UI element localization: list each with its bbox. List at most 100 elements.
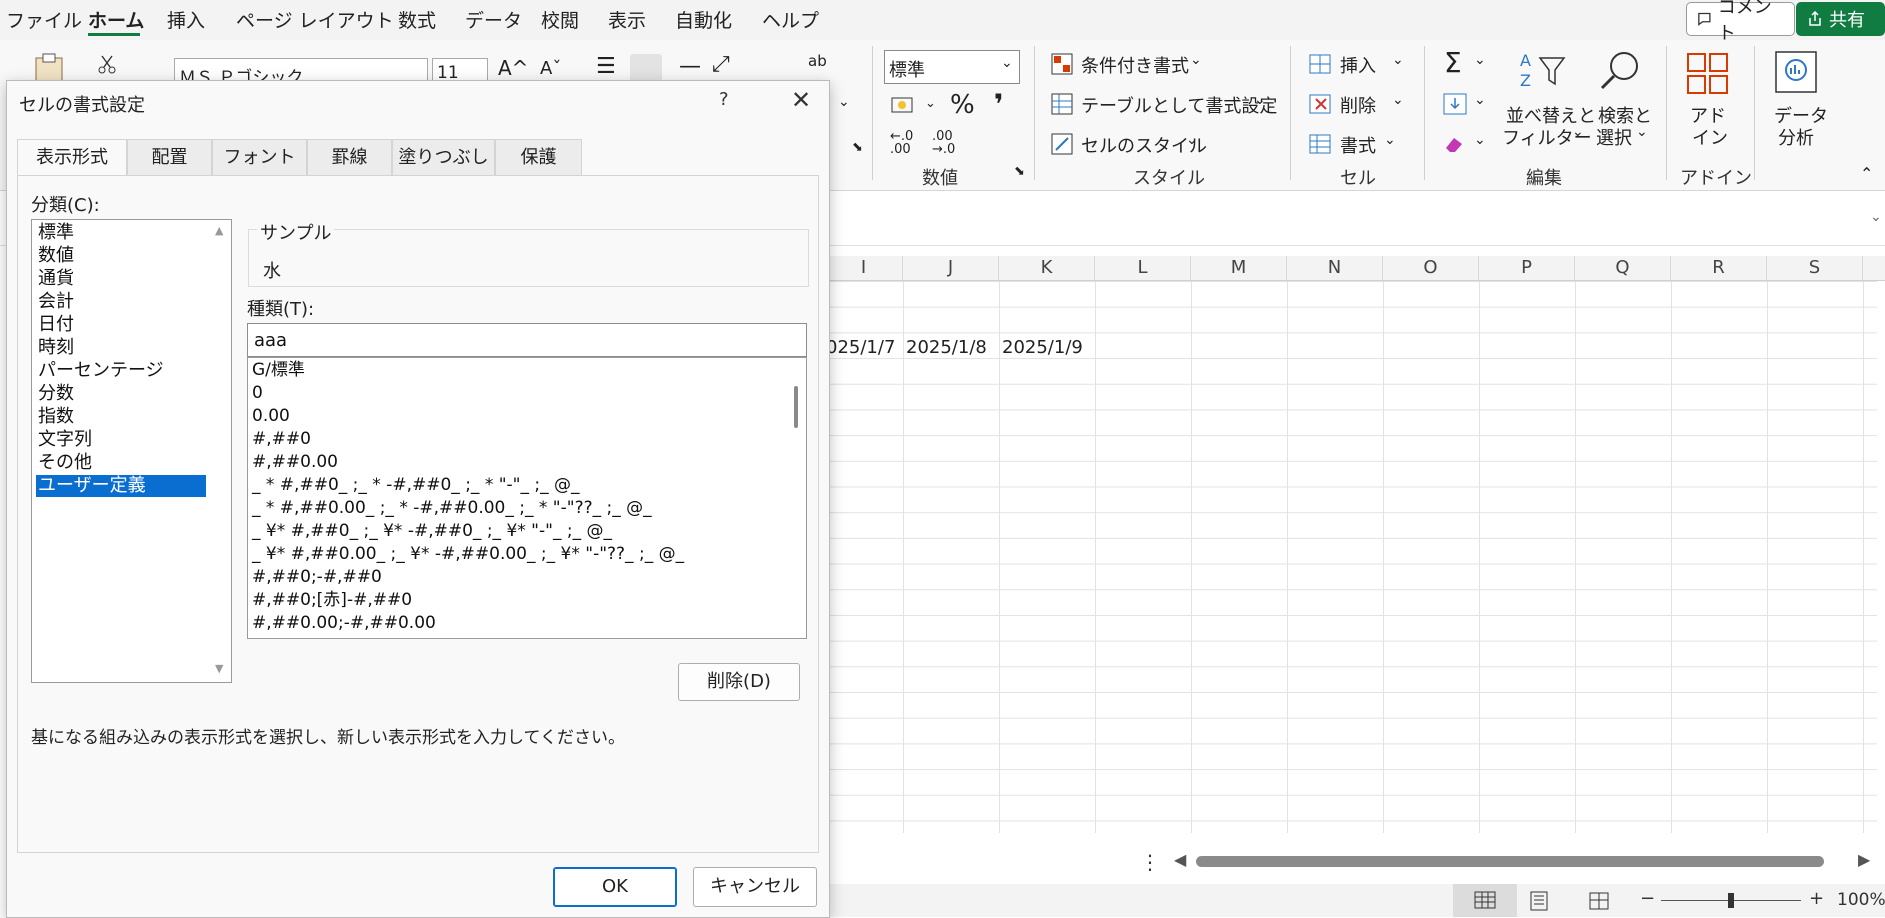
- fill-icon[interactable]: [1442, 92, 1468, 116]
- chevron-down-icon[interactable]: ⌄: [925, 96, 936, 111]
- column-header-N[interactable]: N: [1287, 256, 1383, 280]
- format-code-item[interactable]: #,##0: [252, 428, 311, 451]
- orientation-icon[interactable]: ⤢: [712, 52, 730, 77]
- ok-button[interactable]: OK: [553, 867, 677, 907]
- increase-decimal-icon[interactable]: ←.0.00: [890, 130, 913, 156]
- category-item[interactable]: 会計: [36, 291, 206, 313]
- cell-K3[interactable]: 2025/1/9: [1002, 337, 1083, 358]
- tab-alignment[interactable]: 配置: [127, 139, 212, 175]
- format-code-item[interactable]: #,##0;[赤]-#,##0: [252, 589, 412, 612]
- comma-style-icon[interactable]: ❜: [994, 88, 1004, 121]
- tab-border[interactable]: 罫線: [307, 139, 392, 175]
- tab-font[interactable]: フォント: [212, 139, 307, 175]
- zoom-level[interactable]: 100%: [1837, 890, 1885, 910]
- menu-help[interactable]: ヘルプ: [762, 6, 819, 33]
- format-code-item[interactable]: _ ¥* #,##0.00_ ;_ ¥* -#,##0.00_ ;_ ¥* "-…: [252, 543, 684, 566]
- page-break-view-icon[interactable]: [1588, 891, 1610, 911]
- cancel-button[interactable]: キャンセル: [693, 867, 817, 907]
- zoom-in-icon[interactable]: +: [1809, 888, 1824, 909]
- category-item[interactable]: 標準: [36, 222, 206, 244]
- close-button[interactable]: ✕: [783, 85, 819, 115]
- format-list-scroll-thumb[interactable]: [794, 386, 798, 428]
- page-layout-view-icon[interactable]: [1528, 891, 1550, 911]
- add-ins-label-2[interactable]: イン: [1692, 124, 1728, 150]
- delete-cells-button[interactable]: 削除: [1340, 92, 1376, 118]
- zoom-slider-thumb[interactable]: [1728, 893, 1734, 908]
- collapse-ribbon-icon[interactable]: ⌃: [1860, 164, 1873, 183]
- align-bottom-icon[interactable]: —: [679, 54, 701, 79]
- autosum-icon[interactable]: Σ: [1444, 46, 1462, 79]
- format-code-item[interactable]: 0: [252, 382, 263, 405]
- menu-data[interactable]: データ: [465, 6, 522, 33]
- category-list[interactable]: 標準 数値 通貨 会計 日付 時刻 パーセンテージ 分数 指数 文字列 その他 …: [31, 219, 232, 683]
- format-code-list[interactable]: G/標準 0 0.00 #,##0 #,##0.00 _ * #,##0_ ;_…: [247, 357, 807, 639]
- format-code-item[interactable]: _ ¥* #,##0_ ;_ ¥* -#,##0_ ;_ ¥* "-"_ ;_ …: [252, 520, 612, 543]
- column-header-Q[interactable]: Q: [1575, 256, 1671, 280]
- help-button[interactable]: ?: [719, 89, 729, 110]
- format-code-item[interactable]: #,##0.00;-#,##0.00: [252, 612, 436, 635]
- format-code-item[interactable]: G/標準: [252, 359, 305, 382]
- cut-icon[interactable]: [96, 54, 118, 76]
- tab-number[interactable]: 表示形式: [17, 139, 127, 177]
- column-header-O[interactable]: O: [1383, 256, 1479, 280]
- scroll-up-icon[interactable]: ▲: [215, 224, 223, 237]
- wrap-text-icon[interactable]: ab: [808, 52, 827, 70]
- share-button[interactable]: 共有: [1796, 2, 1885, 36]
- data-analysis-label-2[interactable]: 分析: [1778, 124, 1814, 150]
- shrink-font-icon[interactable]: Aˇ: [540, 58, 561, 79]
- menu-review[interactable]: 校閲: [541, 6, 579, 33]
- menu-page-layout[interactable]: ページ レイアウト: [236, 6, 394, 33]
- column-header-S[interactable]: S: [1767, 256, 1863, 280]
- menu-view[interactable]: 表示: [608, 6, 646, 33]
- conditional-format-button[interactable]: 条件付き書式: [1081, 52, 1189, 78]
- type-input[interactable]: [247, 323, 807, 357]
- menu-insert[interactable]: 挿入: [167, 6, 205, 33]
- format-list-scrollbar[interactable]: [786, 358, 806, 638]
- format-code-item[interactable]: #,##0.00: [252, 451, 338, 474]
- horizontal-scrollbar[interactable]: ◀ ▶: [1170, 850, 1870, 872]
- category-item[interactable]: 時刻: [36, 337, 206, 359]
- menu-automate[interactable]: 自動化: [675, 6, 732, 33]
- find-select-label-2[interactable]: 選択: [1596, 124, 1632, 150]
- scroll-down-icon[interactable]: ▼: [215, 662, 223, 675]
- alignment-launcher-icon[interactable]: ⬊: [852, 140, 863, 155]
- grow-font-icon[interactable]: A^: [498, 56, 528, 80]
- column-header-R[interactable]: R: [1671, 256, 1767, 280]
- comment-button[interactable]: コメント: [1686, 0, 1795, 44]
- tab-protection[interactable]: 保護: [495, 139, 582, 175]
- format-cells-button[interactable]: 書式: [1340, 132, 1376, 158]
- delete-format-button[interactable]: 削除(D): [678, 663, 800, 701]
- menu-file[interactable]: ファイル: [6, 6, 82, 33]
- normal-view-button[interactable]: [1453, 884, 1517, 917]
- zoom-out-icon[interactable]: −: [1640, 888, 1655, 909]
- format-code-item[interactable]: 0.00: [252, 405, 290, 428]
- category-item[interactable]: 文字列: [36, 429, 206, 451]
- scroll-right-icon[interactable]: ▶: [1858, 850, 1870, 869]
- cell-J3[interactable]: 2025/1/8: [906, 337, 987, 358]
- tab-fill[interactable]: 塗りつぶし: [392, 139, 495, 175]
- cell-grid[interactable]: [825, 281, 1877, 833]
- accounting-format-icon[interactable]: [890, 94, 920, 118]
- format-code-item[interactable]: #,##0;-#,##0: [252, 566, 382, 589]
- decrease-decimal-icon[interactable]: .00 →.0: [932, 130, 955, 156]
- format-code-item[interactable]: _ * #,##0.00_ ;_ * -#,##0.00_ ;_ * "-"??…: [252, 497, 652, 520]
- category-item[interactable]: 指数: [36, 406, 206, 428]
- scrollbar-thumb[interactable]: [1196, 856, 1824, 867]
- menu-home[interactable]: ホーム: [88, 6, 144, 33]
- clear-icon[interactable]: [1442, 132, 1468, 156]
- column-header-J[interactable]: J: [903, 256, 999, 280]
- format-as-table-button[interactable]: テーブルとして書式設定: [1081, 92, 1277, 118]
- category-item[interactable]: 数値: [36, 245, 206, 267]
- category-item[interactable]: パーセンテージ: [36, 360, 206, 382]
- category-item-selected[interactable]: ユーザー定義: [36, 475, 206, 497]
- format-code-item[interactable]: _ * #,##0_ ;_ * -#,##0_ ;_ * "-"_ ;_ @_: [252, 474, 580, 497]
- column-header-L[interactable]: L: [1095, 256, 1191, 280]
- cell-I3[interactable]: 025/1/7: [826, 337, 895, 358]
- sheet-options-icon[interactable]: ⋮: [1140, 850, 1160, 874]
- category-scrollbar[interactable]: ▲ ▼: [211, 220, 231, 682]
- number-launcher-icon[interactable]: ⬊: [1014, 164, 1025, 179]
- align-top-icon[interactable]: ☰: [596, 54, 616, 79]
- category-item[interactable]: 分数: [36, 383, 206, 405]
- column-header-P[interactable]: P: [1479, 256, 1575, 280]
- scroll-left-icon[interactable]: ◀: [1174, 850, 1186, 869]
